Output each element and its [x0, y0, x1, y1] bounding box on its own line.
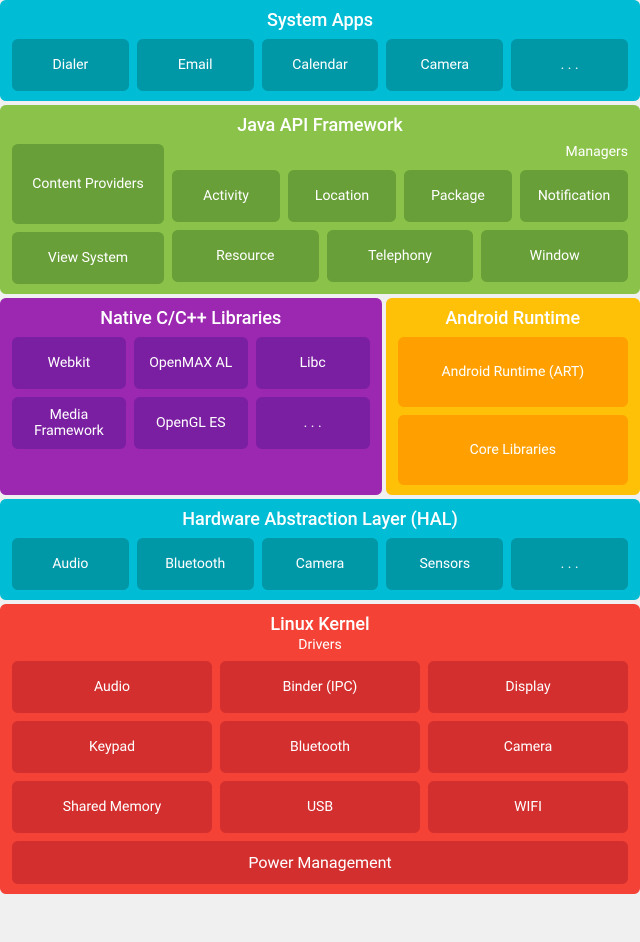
native-libs-grid: Webkit OpenMAX AL Libc Media Framework O… [12, 337, 370, 449]
native-libs-layer: Native C/C++ Libraries Webkit OpenMAX AL… [0, 298, 382, 495]
drivers-grid: Audio Binder (IPC) Display Keypad Blueto… [12, 661, 628, 833]
list-item: . . . [256, 397, 370, 449]
java-api-right: Managers Activity Location Package Notif… [172, 144, 628, 284]
list-item: . . . [511, 538, 628, 590]
managers-grid: Activity Location Package Notification [172, 170, 628, 222]
list-item: Bluetooth [220, 721, 420, 773]
list-item: Core Libraries [398, 415, 628, 485]
list-item: Media Framework [12, 397, 126, 449]
list-item: Audio [12, 538, 129, 590]
list-item: Location [288, 170, 396, 222]
list-item: Email [137, 39, 254, 91]
list-item: Window [481, 230, 628, 282]
list-item: Webkit [12, 337, 126, 389]
list-item: Resource [172, 230, 319, 282]
linux-kernel-layer: Linux Kernel Drivers Audio Binder (IPC) … [0, 604, 640, 894]
list-item: USB [220, 781, 420, 833]
java-api-inner: Content Providers View System Managers A… [12, 144, 628, 284]
java-api-layer: Java API Framework Content Providers Vie… [0, 105, 640, 294]
list-item: OpenMAX AL [134, 337, 248, 389]
list-item: OpenGL ES [134, 397, 248, 449]
list-item: Dialer [12, 39, 129, 91]
list-item: . . . [511, 39, 628, 91]
power-management: Power Management [12, 841, 628, 884]
list-item: Camera [428, 721, 628, 773]
list-item: View System [12, 232, 164, 284]
java-api-title: Java API Framework [12, 115, 628, 136]
hal-layer: Hardware Abstraction Layer (HAL) Audio B… [0, 499, 640, 600]
list-item: Calendar [262, 39, 379, 91]
list-item: Binder (IPC) [220, 661, 420, 713]
list-item: Camera [262, 538, 379, 590]
list-item: Bluetooth [137, 538, 254, 590]
list-item: Libc [256, 337, 370, 389]
native-runtime-row: Native C/C++ Libraries Webkit OpenMAX AL… [0, 298, 640, 495]
list-item: Shared Memory [12, 781, 212, 833]
list-item: Telephony [327, 230, 474, 282]
list-item: Activity [172, 170, 280, 222]
drivers-label: Drivers [12, 637, 628, 653]
list-item: Android Runtime (ART) [398, 337, 628, 407]
android-runtime-grid: Android Runtime (ART) Core Libraries [398, 337, 628, 485]
android-runtime-layer: Android Runtime Android Runtime (ART) Co… [386, 298, 640, 495]
list-item: Audio [12, 661, 212, 713]
list-item: WIFI [428, 781, 628, 833]
list-item: Notification [520, 170, 628, 222]
list-item: Camera [386, 39, 503, 91]
android-runtime-title: Android Runtime [398, 308, 628, 329]
system-apps-layer: System Apps Dialer Email Calendar Camera… [0, 0, 640, 101]
list-item: Keypad [12, 721, 212, 773]
resource-grid: Resource Telephony Window [172, 230, 628, 282]
java-api-left: Content Providers View System [12, 144, 164, 284]
hal-grid: Audio Bluetooth Camera Sensors . . . [12, 538, 628, 590]
list-item: Sensors [386, 538, 503, 590]
list-item: Package [404, 170, 512, 222]
system-apps-grid: Dialer Email Calendar Camera . . . [12, 39, 628, 91]
native-libs-title: Native C/C++ Libraries [12, 308, 370, 329]
managers-label: Managers [172, 144, 628, 160]
linux-kernel-title: Linux Kernel [12, 614, 628, 635]
hal-title: Hardware Abstraction Layer (HAL) [12, 509, 628, 530]
list-item: Content Providers [12, 144, 164, 224]
system-apps-title: System Apps [12, 10, 628, 31]
list-item: Display [428, 661, 628, 713]
